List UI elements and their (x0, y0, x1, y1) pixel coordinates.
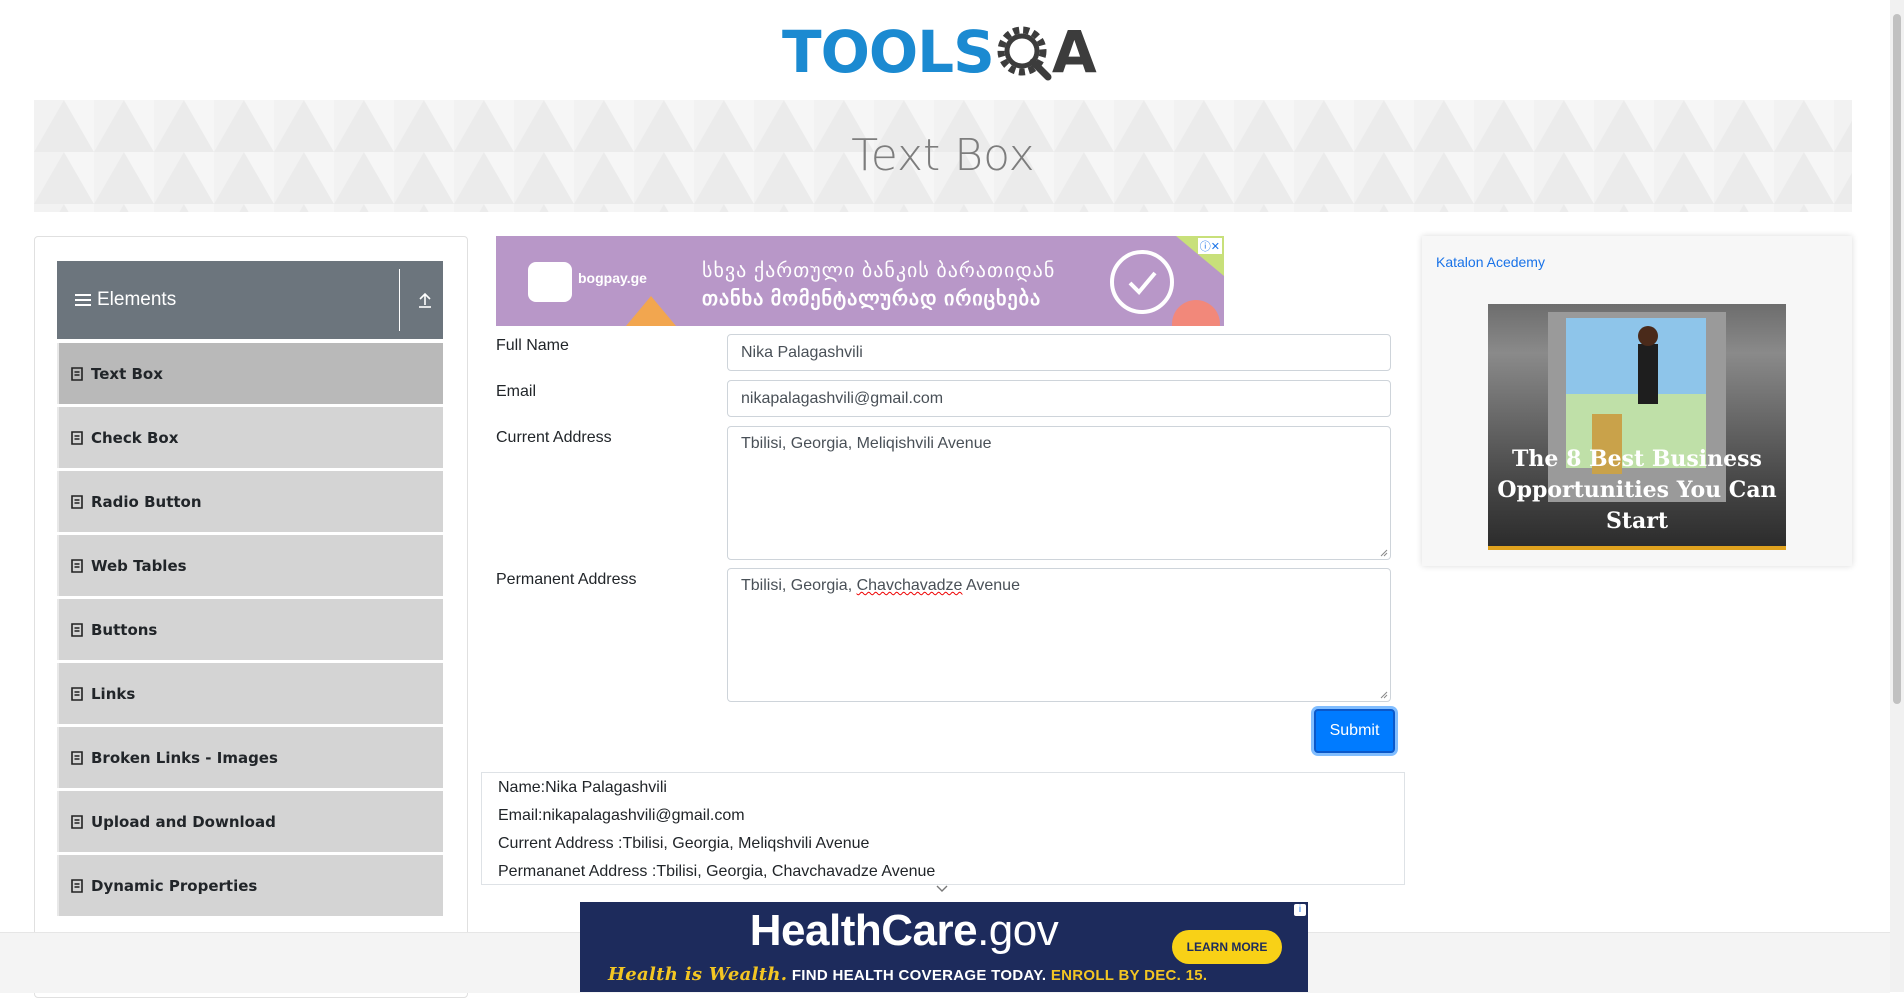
output-current-address: Current Address :Tbilisi, Georgia, Meliq… (498, 835, 870, 852)
file-icon (71, 494, 83, 509)
file-icon (71, 430, 83, 445)
ad-caption: The 8 Best Business Opportunities You Ca… (1497, 446, 1777, 534)
ad-tagline-yellow: ENROLL BY DEC. 15. (1050, 967, 1208, 984)
permanent-address-suffix: Avenue (962, 577, 1020, 594)
ad-accent-bar (1488, 546, 1786, 550)
resize-grip-icon[interactable] (1380, 691, 1388, 699)
sidebar-item-label: Upload and Download (91, 812, 276, 831)
sidebar-item-buttons[interactable]: Buttons (57, 599, 443, 660)
sidebar-item-label: Dynamic Properties (91, 876, 258, 895)
group-header-elements[interactable]: Elements (57, 261, 443, 339)
permanent-address-label: Permanent Address (496, 571, 637, 588)
output-box: Name:Nika Palagashvili Email:nikapalagas… (481, 772, 1405, 885)
email-input[interactable]: nikapalagashvili@gmail.com (727, 380, 1391, 417)
output-name: Name:Nika Palagashvili (498, 779, 667, 796)
sidebar-item-check-box[interactable]: Check Box (57, 407, 443, 468)
ad-sidebar-right[interactable]: Katalon Acedemy The 8 Best Business Oppo… (1422, 236, 1852, 566)
scrollbar-thumb[interactable] (1893, 14, 1901, 704)
ad-text-line1: სხვა ქართული ბანკის ბარათიდან (702, 260, 1056, 282)
submit-button[interactable]: Submit (1314, 709, 1395, 753)
sidebar-item-radio-button[interactable]: Radio Button (57, 471, 443, 532)
ad-tagline-white: FIND HEALTH COVERAGE TODAY. (791, 967, 1047, 984)
ad-brand: bogpay.ge (578, 270, 647, 286)
ad-banner-bottom[interactable]: HealthCare.gov Health is Wealth. FIND HE… (580, 902, 1308, 992)
ad-banner-top[interactable]: bogpay.ge სხვა ქართული ბანკის ბარათიდან … (496, 236, 1224, 326)
page-banner: Text Box (34, 100, 1852, 212)
ad-title-suffix: .gov (977, 906, 1059, 955)
sidebar-item-label: Buttons (91, 620, 158, 639)
logo-text-a: A (1051, 18, 1097, 86)
file-icon (71, 622, 83, 637)
sidebar-item-label: Web Tables (91, 556, 187, 575)
sidebar-item-text-box[interactable]: Text Box (57, 343, 443, 404)
output-email: Email:nikapalagashvili@gmail.com (498, 807, 745, 824)
file-icon (71, 686, 83, 701)
checkmark-icon (1110, 250, 1174, 314)
sidebar-item-label: Broken Links - Images (91, 748, 278, 767)
file-icon (71, 814, 83, 829)
hamburger-icon (75, 291, 91, 309)
ad-link[interactable]: Katalon Acedemy (1436, 254, 1545, 270)
current-address-value: Tbilisi, Georgia, Meliqishvili Avenue (741, 435, 992, 452)
ad-tagline-script: Health is Wealth. (608, 964, 788, 985)
sidebar-item-label: Radio Button (91, 492, 202, 511)
resize-grip-icon[interactable] (1380, 549, 1388, 557)
group-title: Elements (97, 289, 177, 310)
email-label: Email (496, 383, 537, 400)
learn-more-button[interactable]: LEARN MORE (1172, 930, 1282, 964)
output-permanent-address: Permananet Address :Tbilisi, Georgia, Ch… (498, 863, 936, 880)
chevron-down-icon[interactable] (935, 884, 949, 894)
collapse-arrow-icon[interactable] (417, 291, 433, 309)
sidebar-item-web-tables[interactable]: Web Tables (57, 535, 443, 596)
sidebar-item-broken-links[interactable]: Broken Links - Images (57, 727, 443, 788)
bogpay-logo-icon (528, 262, 572, 302)
ad-image[interactable]: The 8 Best Business Opportunities You Ca… (1488, 304, 1786, 550)
file-icon (71, 878, 83, 893)
site-logo[interactable]: TOOLS A (782, 14, 1097, 90)
misspelled-word: Chavchavadze (856, 577, 963, 594)
file-icon (71, 750, 83, 765)
left-panel: Elements Text Box Check Box Radio Button… (34, 236, 468, 998)
file-icon (71, 558, 83, 573)
sidebar-item-label: Check Box (91, 428, 179, 447)
sidebar-item-links[interactable]: Links (57, 663, 443, 724)
sidebar-item-label: Text Box (91, 364, 163, 383)
permanent-address-prefix: Tbilisi, Georgia, (741, 577, 857, 594)
ad-close-icon[interactable]: ⓘ✕ (1197, 238, 1222, 254)
file-icon (71, 366, 83, 381)
current-address-label: Current Address (496, 429, 612, 446)
full-name-label: Full Name (496, 337, 569, 354)
divider (399, 269, 400, 331)
ad-text-line2: თანხა მომენტალურად ირიცხება (702, 288, 1042, 310)
gear-magnifier-icon (997, 26, 1052, 81)
permanent-address-textarea[interactable]: Tbilisi, Georgia, Chavchavadze Avenue (727, 568, 1391, 702)
current-address-textarea[interactable]: Tbilisi, Georgia, Meliqishvili Avenue (727, 426, 1391, 560)
page-title: Text Box (851, 130, 1035, 181)
ad-info-icon[interactable]: i (1294, 904, 1306, 916)
full-name-input[interactable]: Nika Palagashvili (727, 334, 1391, 371)
sidebar-menu: Text Box Check Box Radio Button Web Tabl… (57, 343, 443, 919)
ad-title-main: HealthCare (749, 906, 978, 955)
sidebar-item-label: Links (91, 684, 136, 703)
sidebar-item-upload-download[interactable]: Upload and Download (57, 791, 443, 852)
logo-text: TOOLS (782, 18, 995, 86)
sidebar-item-dynamic-properties[interactable]: Dynamic Properties (57, 855, 443, 916)
ad-tagline: Health is Wealth. FIND HEALTH COVERAGE T… (608, 964, 1207, 985)
page-scrollbar[interactable] (1890, 0, 1904, 992)
